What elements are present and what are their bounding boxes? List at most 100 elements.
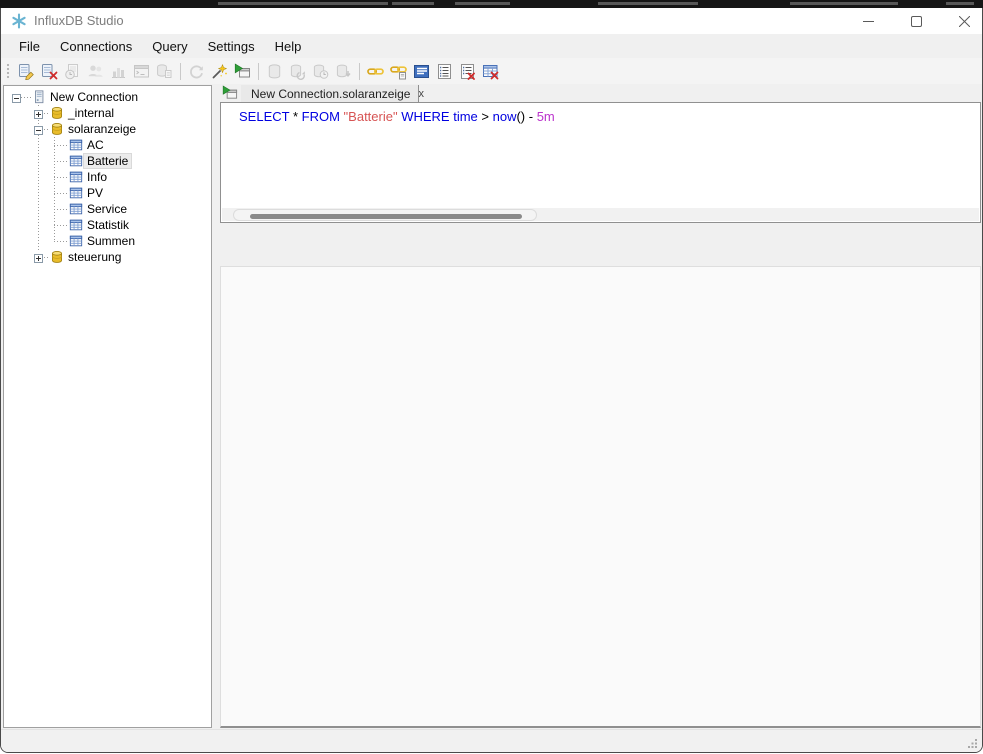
toolbar	[1, 58, 982, 84]
tree-item-label: Info	[84, 170, 110, 184]
tree-item-steuerung[interactable]: steuerung	[4, 249, 211, 265]
tree-connector	[54, 177, 69, 178]
database-icon	[50, 250, 64, 264]
tree-item-ac[interactable]: AC	[4, 137, 211, 153]
database-export-icon	[332, 60, 355, 82]
tree-connector	[21, 97, 32, 98]
toolbar-separator	[359, 63, 360, 80]
continuous-queries-icon	[156, 63, 173, 80]
query-token-plain: >	[478, 109, 493, 124]
refresh-icon	[185, 60, 208, 82]
table-icon	[69, 138, 83, 152]
main-area: New Connection_internalsolaranzeigeACBat…	[1, 84, 982, 730]
background-window-text-fragment	[946, 2, 974, 5]
minimize-button[interactable]	[863, 16, 874, 27]
query-token-keyword: FROM	[302, 109, 340, 124]
query-editor[interactable]: SELECT * FROM "Batterie" WHERE time > no…	[220, 102, 981, 223]
tree-connector	[54, 193, 69, 194]
document-view-icon[interactable]	[410, 60, 433, 82]
table-icon	[69, 154, 83, 168]
clear-list-icon[interactable]	[456, 60, 479, 82]
database-icon	[263, 60, 286, 82]
background-window-text-fragment	[455, 2, 510, 5]
delete-connection-icon	[41, 63, 58, 80]
run-query-icon	[234, 63, 251, 80]
stats-icon	[107, 60, 130, 82]
document-view-icon	[413, 63, 430, 80]
link-icon[interactable]	[364, 60, 387, 82]
background-window-text-fragment	[392, 2, 434, 5]
list-view-icon[interactable]	[433, 60, 456, 82]
link-page-icon	[390, 63, 407, 80]
database-icon	[50, 106, 64, 120]
scrollbar-track[interactable]	[233, 209, 537, 221]
query-text: SELECT * FROM "Batterie" WHERE time > no…	[239, 109, 555, 124]
delete-connection-icon[interactable]	[38, 60, 61, 82]
results-panel[interactable]	[220, 266, 981, 728]
menu-file[interactable]: File	[9, 36, 50, 57]
new-query-icon[interactable]	[208, 60, 231, 82]
refresh-database-icon	[286, 60, 309, 82]
new-query-icon	[211, 63, 228, 80]
tab-close-button[interactable]: x	[410, 88, 424, 100]
titlebar: InfluxDB Studio	[1, 8, 982, 34]
close-button[interactable]	[959, 16, 970, 27]
menu-query[interactable]: Query	[142, 36, 197, 57]
tree-item-label: Statistik	[84, 218, 132, 232]
minimize-icon	[863, 16, 874, 27]
editor-horizontal-scrollbar	[222, 208, 979, 221]
table-icon	[69, 202, 83, 216]
server-icon	[32, 90, 46, 104]
tree-connector	[54, 145, 69, 146]
link-page-icon[interactable]	[387, 60, 410, 82]
database-retention-icon	[312, 63, 329, 80]
table-icon	[69, 234, 83, 248]
status-bar	[1, 729, 982, 752]
collapse-icon[interactable]	[34, 124, 43, 133]
expand-icon[interactable]	[34, 252, 43, 261]
menu-settings[interactable]: Settings	[198, 36, 265, 57]
table-icon	[69, 186, 83, 200]
connection-tree: New Connection_internalsolaranzeigeACBat…	[3, 85, 212, 728]
tree-item-info[interactable]: Info	[4, 169, 211, 185]
database-icon	[266, 63, 283, 80]
tree-item-internal[interactable]: _internal	[4, 105, 211, 121]
resize-grip-icon[interactable]	[967, 737, 978, 748]
tree-item-service[interactable]: Service	[4, 201, 211, 217]
background-window-text-fragment	[790, 2, 898, 5]
menu-connections[interactable]: Connections	[50, 36, 142, 57]
app-window: InfluxDB Studio FileConnectionsQuerySett…	[0, 8, 983, 753]
tree-item-new-connection[interactable]: New Connection	[4, 89, 211, 105]
tree-item-statistik[interactable]: Statistik	[4, 217, 211, 233]
stats-icon	[110, 63, 127, 80]
tab-label: New Connection.solaranzeige	[251, 87, 410, 101]
tree-item-label: AC	[84, 138, 107, 152]
maximize-icon	[911, 16, 922, 27]
tree-item-solaranzeige[interactable]: solaranzeige	[4, 121, 211, 137]
run-query-icon[interactable]	[231, 60, 254, 82]
query-area: New Connection.solaranzeige x SELECT * F…	[220, 84, 981, 730]
toolbar-grip[interactable]	[6, 63, 10, 80]
link-icon	[367, 63, 384, 80]
query-token-number: 5m	[537, 109, 555, 124]
tab-query[interactable]: New Connection.solaranzeige x	[241, 85, 419, 102]
menu-help[interactable]: Help	[265, 36, 312, 57]
tree-item-batterie[interactable]: Batterie	[4, 153, 211, 169]
edit-connection-icon	[18, 63, 35, 80]
tree-item-pv[interactable]: PV	[4, 185, 211, 201]
maximize-button[interactable]	[911, 16, 922, 27]
tree-item-label: Summen	[84, 234, 138, 248]
clear-list-icon	[459, 63, 476, 80]
expand-icon[interactable]	[34, 108, 43, 117]
query-token-plain: *	[289, 109, 301, 124]
tree-item-summen[interactable]: Summen	[4, 233, 211, 249]
database-icon	[50, 122, 64, 136]
clear-table-icon[interactable]	[479, 60, 502, 82]
database-export-icon	[335, 63, 352, 80]
refresh-icon	[188, 63, 205, 80]
user-admin-icon	[84, 60, 107, 82]
edit-connection-icon[interactable]	[15, 60, 38, 82]
tree-connector	[54, 241, 69, 242]
scrollbar-thumb[interactable]	[250, 214, 522, 219]
collapse-icon[interactable]	[12, 92, 21, 101]
